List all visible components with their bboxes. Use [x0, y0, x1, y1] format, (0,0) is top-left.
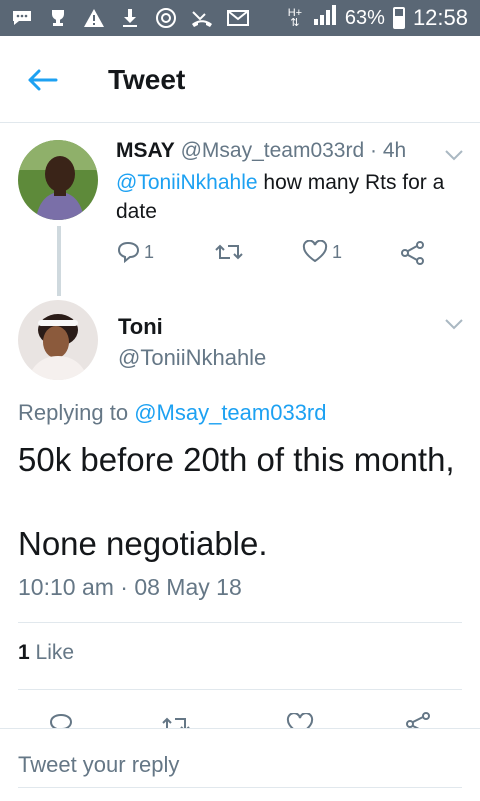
reply-icon	[117, 241, 140, 264]
toni-avatar[interactable]	[18, 300, 98, 380]
trophy-icon	[46, 6, 70, 30]
main-chevron-down-icon[interactable]	[444, 317, 464, 330]
main-share-icon[interactable]	[404, 710, 432, 728]
page-title: Tweet	[108, 64, 186, 95]
heart-icon	[302, 240, 328, 263]
main-heart-icon[interactable]	[286, 713, 314, 728]
msay-avatar[interactable]	[18, 140, 98, 220]
main-reply-icon[interactable]	[48, 712, 74, 728]
parent-display-name[interactable]: MSAY	[116, 139, 175, 162]
back-arrow-icon[interactable]	[24, 62, 60, 98]
replying-prefix: Replying to	[18, 400, 135, 425]
parent-separator: ·	[370, 139, 378, 162]
share-button[interactable]	[400, 240, 426, 266]
parent-mention-link[interactable]: @ToniiNkhahle	[116, 171, 258, 194]
retweet-icon	[215, 244, 243, 260]
thread-line	[57, 226, 61, 296]
app-bar: Tweet	[0, 36, 480, 123]
like-label: Like	[29, 641, 75, 664]
parent-handle[interactable]: @Msay_team033rd	[181, 139, 365, 162]
battery-percent: 63%	[344, 6, 385, 29]
signal-icon	[313, 4, 337, 32]
download-icon	[118, 6, 142, 30]
warning-icon	[82, 6, 106, 30]
status-bar: H+ ⇅ 63% 12:58	[0, 0, 480, 36]
reply-input[interactable]	[18, 743, 462, 788]
parent-actions: 1 1	[116, 238, 436, 268]
parent-tweet-text: @ToniiNkhahle how many Rts for a date	[116, 168, 456, 226]
reply-composer	[0, 728, 480, 801]
divider	[18, 689, 462, 690]
chat-icon	[10, 6, 34, 30]
replying-to: Replying to @Msay_team033rd	[18, 400, 327, 426]
parent-age: 4h	[382, 139, 407, 162]
main-retweet-icon[interactable]	[160, 713, 192, 728]
mail-icon	[226, 6, 250, 30]
tweet-body-line-2: None negotiable.	[18, 525, 268, 562]
tweet-body-line-1: 50k before 20th of this month,	[18, 441, 455, 478]
replying-handle-link[interactable]: @Msay_team033rd	[134, 400, 326, 425]
divider	[18, 622, 462, 623]
like-summary[interactable]: 1 Like	[18, 641, 74, 665]
main-handle[interactable]: @ToniiNkhahle	[118, 345, 266, 371]
share-icon	[401, 241, 424, 265]
like-button[interactable]: 1	[302, 240, 342, 264]
missed-call-icon	[190, 6, 214, 30]
main-actions	[0, 708, 480, 728]
sync-icon	[154, 6, 178, 30]
like-count: 1	[332, 241, 343, 262]
main-display-name[interactable]: Toni	[118, 314, 163, 340]
battery-icon	[392, 7, 405, 29]
tweet-timestamp: 10:10 am · 08 May 18	[18, 574, 242, 600]
parent-tweet-header[interactable]: MSAY @Msay_team033rd · 4h	[116, 139, 406, 163]
like-total: 1	[18, 641, 30, 664]
network-type: H+ ⇅	[287, 7, 303, 29]
reply-count: 1	[144, 241, 155, 262]
retweet-button[interactable]	[214, 240, 244, 264]
reply-button[interactable]: 1	[116, 240, 154, 264]
parent-chevron-down-icon[interactable]	[444, 148, 464, 161]
clock: 12:58	[412, 5, 468, 30]
